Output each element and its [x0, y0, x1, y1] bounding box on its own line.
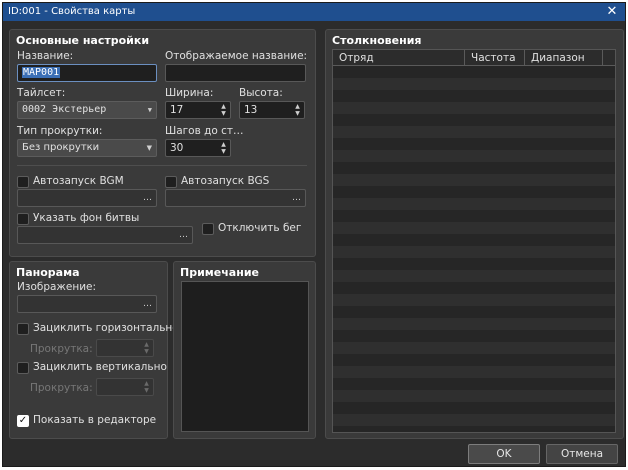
encounters-title: Столкновения	[332, 34, 422, 47]
note-textarea[interactable]	[181, 281, 309, 432]
loop-horizontal-checkbox[interactable]	[17, 323, 29, 335]
encounter-steps-value: 30	[170, 142, 184, 154]
panorama-image-label: Изображение:	[17, 281, 97, 293]
column-header-weight[interactable]: Частота	[465, 50, 525, 66]
encounter-steps-label: Шагов до ст…	[165, 125, 244, 137]
height-stepper[interactable]: 13 ▲ ▼	[239, 101, 305, 119]
close-icon[interactable]: ✕	[605, 3, 619, 21]
check-icon: ✓	[18, 415, 28, 426]
bgs-browse-field[interactable]: …	[165, 189, 306, 207]
battleback-checkbox[interactable]	[17, 213, 29, 225]
note-title: Примечание	[180, 266, 259, 279]
panorama-title: Панорама	[16, 266, 80, 279]
divider	[17, 165, 307, 166]
autoplay-bgs-label: Автозапуск BGS	[181, 175, 270, 187]
cancel-button[interactable]: Отмена	[546, 444, 618, 464]
tileset-select[interactable]: 0002 Экстерьер ▼	[17, 101, 157, 119]
encounters-table[interactable]: Отряд Частота Диапазон	[332, 49, 616, 433]
autoplay-bgm-label: Автозапуск BGM	[33, 175, 124, 187]
spin-arrows-icon[interactable]: ▲ ▼	[293, 103, 302, 117]
encounters-panel: Столкновения Отряд Частота Диапазон	[325, 29, 624, 439]
note-panel: Примечание	[173, 261, 316, 439]
window-title: ID:001 - Свойства карты	[8, 6, 136, 17]
disable-dash-checkbox[interactable]	[202, 223, 214, 235]
scroll-h-stepper[interactable]: ▲ ▼	[96, 339, 154, 357]
name-label: Название:	[17, 50, 74, 62]
height-value: 13	[244, 104, 258, 116]
bgm-browse-field[interactable]: …	[17, 189, 157, 207]
loop-vertical-checkbox[interactable]	[17, 362, 29, 374]
autoplay-bgs-checkbox[interactable]	[165, 176, 177, 188]
tileset-value: 0002 Экстерьер	[22, 104, 107, 115]
general-settings-panel: Основные настройки Название: MAP001 Отоб…	[9, 29, 316, 257]
height-label: Высота:	[239, 87, 283, 99]
encounters-rows[interactable]	[333, 66, 615, 432]
display-name-label: Отображаемое название:	[165, 50, 308, 62]
scroll-h-label: Прокрутка:	[30, 343, 93, 355]
column-header-range[interactable]: Диапазон	[525, 50, 603, 66]
spin-arrows-icon[interactable]: ▲ ▼	[219, 103, 228, 117]
spin-arrows-icon[interactable]: ▲ ▼	[142, 341, 151, 355]
spin-arrows-icon[interactable]: ▲ ▼	[142, 380, 151, 394]
scroll-type-label: Тип прокрутки:	[17, 125, 103, 137]
width-value: 17	[170, 104, 184, 116]
scroll-type-select[interactable]: Без прокрутки ▼	[17, 139, 157, 157]
title-bar: ID:001 - Свойства карты ✕	[3, 3, 625, 21]
scroll-v-stepper[interactable]: ▲ ▼	[96, 378, 154, 396]
loop-horizontal-label: Зациклить горизонтально	[33, 322, 179, 334]
display-name-input[interactable]	[165, 64, 306, 82]
autoplay-bgm-checkbox[interactable]	[17, 176, 29, 188]
battleback-browse-field[interactable]: …	[17, 226, 193, 244]
table-header: Отряд Частота Диапазон	[333, 50, 615, 66]
panorama-panel: Панорама Изображение: … Зациклить горизо…	[9, 261, 179, 439]
encounter-steps-stepper[interactable]: 30 ▲ ▼	[165, 139, 231, 157]
ok-button[interactable]: OK	[468, 444, 540, 464]
width-stepper[interactable]: 17 ▲ ▼	[165, 101, 231, 119]
scroll-type-value: Без прокрутки	[22, 142, 100, 153]
browse-icon[interactable]: …	[179, 229, 188, 241]
loop-vertical-label: Зациклить вертикально	[33, 361, 167, 373]
spin-arrows-icon[interactable]: ▲ ▼	[219, 141, 228, 155]
name-value: MAP001	[22, 67, 61, 78]
column-header-troop[interactable]: Отряд	[333, 50, 465, 66]
browse-icon[interactable]: …	[143, 298, 152, 310]
show-in-editor-checkbox[interactable]: ✓	[17, 415, 29, 427]
browse-icon[interactable]: …	[143, 192, 152, 204]
chevron-down-icon: ▼	[146, 144, 152, 152]
show-in-editor-label: Показать в редакторе	[33, 414, 157, 426]
chevron-down-icon: ▼	[147, 106, 152, 114]
width-label: Ширина:	[165, 87, 214, 99]
battleback-label: Указать фон битвы	[33, 212, 140, 224]
panorama-image-browse-field[interactable]: …	[17, 295, 157, 313]
general-settings-title: Основные настройки	[16, 34, 150, 47]
scroll-v-label: Прокрутка:	[30, 382, 93, 394]
tileset-label: Тайлсет:	[17, 87, 66, 99]
name-input[interactable]: MAP001	[17, 64, 157, 82]
map-properties-dialog: ID:001 - Свойства карты ✕ Основные настр…	[2, 2, 626, 467]
browse-icon[interactable]: …	[292, 192, 301, 204]
disable-dash-label: Отключить бег	[218, 222, 302, 234]
